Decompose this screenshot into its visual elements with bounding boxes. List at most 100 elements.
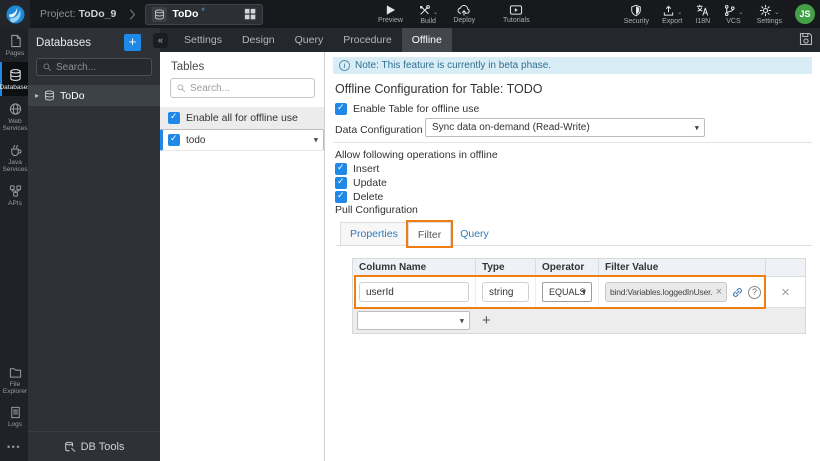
enable-table-offline-checkbox[interactable]	[335, 102, 347, 115]
wavemaker-logo-icon	[6, 5, 24, 23]
pull-config-tabs: Properties Filter Query	[340, 220, 498, 248]
sidebar-item-apis[interactable]: APIs	[0, 178, 28, 212]
operator-select[interactable]: EQUALS	[542, 282, 592, 302]
tab-settings[interactable]: Settings	[174, 28, 232, 52]
settings-button[interactable]: ⌄ Settings	[757, 4, 782, 25]
enable-all-offline-row[interactable]: Enable all for offline use	[160, 107, 324, 129]
sidebar-item-web-services[interactable]: Web Services	[0, 96, 28, 137]
project-label: Project:	[40, 8, 76, 20]
table-row-todo[interactable]: todo	[160, 129, 324, 151]
tables-panel-title: Tables	[171, 61, 205, 73]
project-breadcrumb: Project: ToDo_9	[40, 8, 116, 20]
update-checkbox[interactable]	[335, 176, 347, 189]
column-name-field[interactable]: userId	[359, 282, 469, 302]
todo-table-label: todo	[186, 134, 206, 146]
delete-row-button[interactable]: ×	[781, 284, 790, 301]
subtab-query[interactable]: Query	[451, 222, 498, 246]
insert-checkbox[interactable]	[335, 162, 347, 175]
grid-icon[interactable]	[244, 8, 256, 20]
tab-design[interactable]: Design	[232, 28, 285, 52]
tab-procedure[interactable]: Procedure	[333, 28, 401, 52]
enable-all-checkbox[interactable]	[168, 111, 180, 124]
sidebar-item-file-explorer[interactable]: File Explorer	[0, 360, 28, 400]
enable-table-offline-row: Enable Table for offline use	[335, 102, 479, 115]
page-icon	[10, 34, 21, 48]
db-tools-icon	[64, 441, 75, 452]
vcs-button[interactable]: ⌄ VCS	[723, 4, 744, 25]
todo-table-checkbox[interactable]	[168, 133, 180, 146]
security-button[interactable]: Security	[624, 4, 649, 25]
header-operator: Operator	[536, 259, 599, 276]
add-filter-button[interactable]: +	[482, 313, 491, 328]
insert-operation-row: Insert	[335, 162, 379, 175]
type-field[interactable]: string	[482, 282, 529, 302]
sidebar-item-java-services[interactable]: Java Services	[0, 137, 28, 178]
build-tools-icon	[419, 4, 430, 15]
database-icon	[44, 90, 55, 101]
sidebar-item-logs[interactable]: Logs	[0, 400, 28, 433]
more-menu-button[interactable]: •••	[0, 433, 28, 461]
document-icon	[10, 406, 20, 419]
folder-icon	[9, 368, 21, 378]
toolbar-settings-group: Security ⌄ Export I18N ⌄ VCS ⌄ Settings …	[624, 0, 815, 28]
tables-search-input[interactable]	[190, 82, 302, 94]
globe-icon	[9, 103, 21, 115]
header-filter-value: Filter Value	[599, 259, 766, 276]
filter-value-chip: bind:Variables.loggedInUser.data ×	[605, 282, 727, 302]
export-button[interactable]: ⌄ Export	[662, 4, 682, 25]
tab-offline[interactable]: Offline	[401, 28, 452, 52]
unsaved-changes-marker: *	[201, 5, 205, 16]
left-nav-rail: Pages Databases Web Services Java Servic…	[0, 28, 31, 461]
databases-panel-header: Databases +	[28, 28, 160, 56]
subtab-filter[interactable]: Filter	[405, 220, 454, 248]
remove-value-icon[interactable]: ×	[716, 286, 722, 298]
beta-note-banner: i Note: This feature is currently in bet…	[333, 57, 812, 74]
caret-right-icon: ▸	[35, 91, 40, 100]
gear-icon	[759, 4, 772, 16]
collapse-panel-button[interactable]: «	[153, 33, 168, 48]
page-title: Offline Configuration for Table: TODO	[335, 82, 543, 96]
update-operation-row: Update	[335, 176, 387, 189]
save-icon	[799, 32, 813, 46]
add-database-button[interactable]: +	[124, 34, 141, 51]
deploy-button[interactable]: Deploy	[453, 4, 475, 24]
database-tree-item-todo[interactable]: ▸ ToDo	[28, 85, 160, 106]
add-column-select[interactable]	[357, 311, 470, 330]
operations-label: Allow following operations in offline	[335, 149, 498, 161]
bind-link-icon[interactable]	[731, 286, 744, 299]
offline-config-content: i Note: This feature is currently in bet…	[325, 52, 820, 461]
workspace-tab-todo[interactable]: ToDo *	[145, 3, 264, 25]
filter-table-row: userId string EQUALS bind:Variables.logg…	[353, 275, 805, 309]
tables-panel: Tables Enable all for offline use todo	[160, 52, 325, 461]
data-configuration-select[interactable]: Sync data on-demand (Read-Write)	[425, 118, 705, 137]
preview-button[interactable]: Preview	[378, 4, 403, 24]
build-button[interactable]: ⌄ Build	[418, 4, 438, 25]
database-tree-label: ToDo	[60, 89, 85, 102]
user-avatar[interactable]: JS	[795, 4, 815, 24]
delete-checkbox[interactable]	[335, 190, 347, 203]
coffee-icon	[10, 144, 21, 157]
save-button[interactable]	[799, 32, 813, 51]
info-icon: i	[339, 60, 350, 71]
chevron-down-icon: ⌄	[774, 8, 780, 16]
tab-query[interactable]: Query	[285, 28, 334, 52]
section-divider	[333, 142, 812, 143]
enable-all-label: Enable all for offline use	[186, 112, 298, 124]
databases-panel: Databases + ▸ ToDo DB Tools	[28, 28, 160, 461]
workspace-tab-label: ToDo	[172, 8, 199, 20]
db-tools-button[interactable]: DB Tools	[28, 431, 160, 461]
data-configuration-value: Sync data on-demand (Read-Write)	[432, 122, 590, 133]
filter-table: Column Name Type Operator Filter Value u…	[352, 258, 806, 334]
tutorials-button[interactable]: Tutorials	[503, 4, 530, 24]
database-icon	[152, 6, 168, 22]
search-icon	[177, 84, 186, 93]
i18n-button[interactable]: I18N	[695, 4, 710, 25]
sidebar-item-pages[interactable]: Pages	[0, 28, 28, 62]
search-icon	[43, 63, 52, 72]
help-icon[interactable]: ?	[748, 285, 761, 299]
database-search-input[interactable]	[56, 61, 142, 73]
subtab-properties[interactable]: Properties	[340, 222, 408, 246]
sidebar-item-databases[interactable]: Databases	[0, 62, 31, 96]
app-logo[interactable]	[0, 0, 30, 28]
export-icon	[663, 5, 674, 16]
